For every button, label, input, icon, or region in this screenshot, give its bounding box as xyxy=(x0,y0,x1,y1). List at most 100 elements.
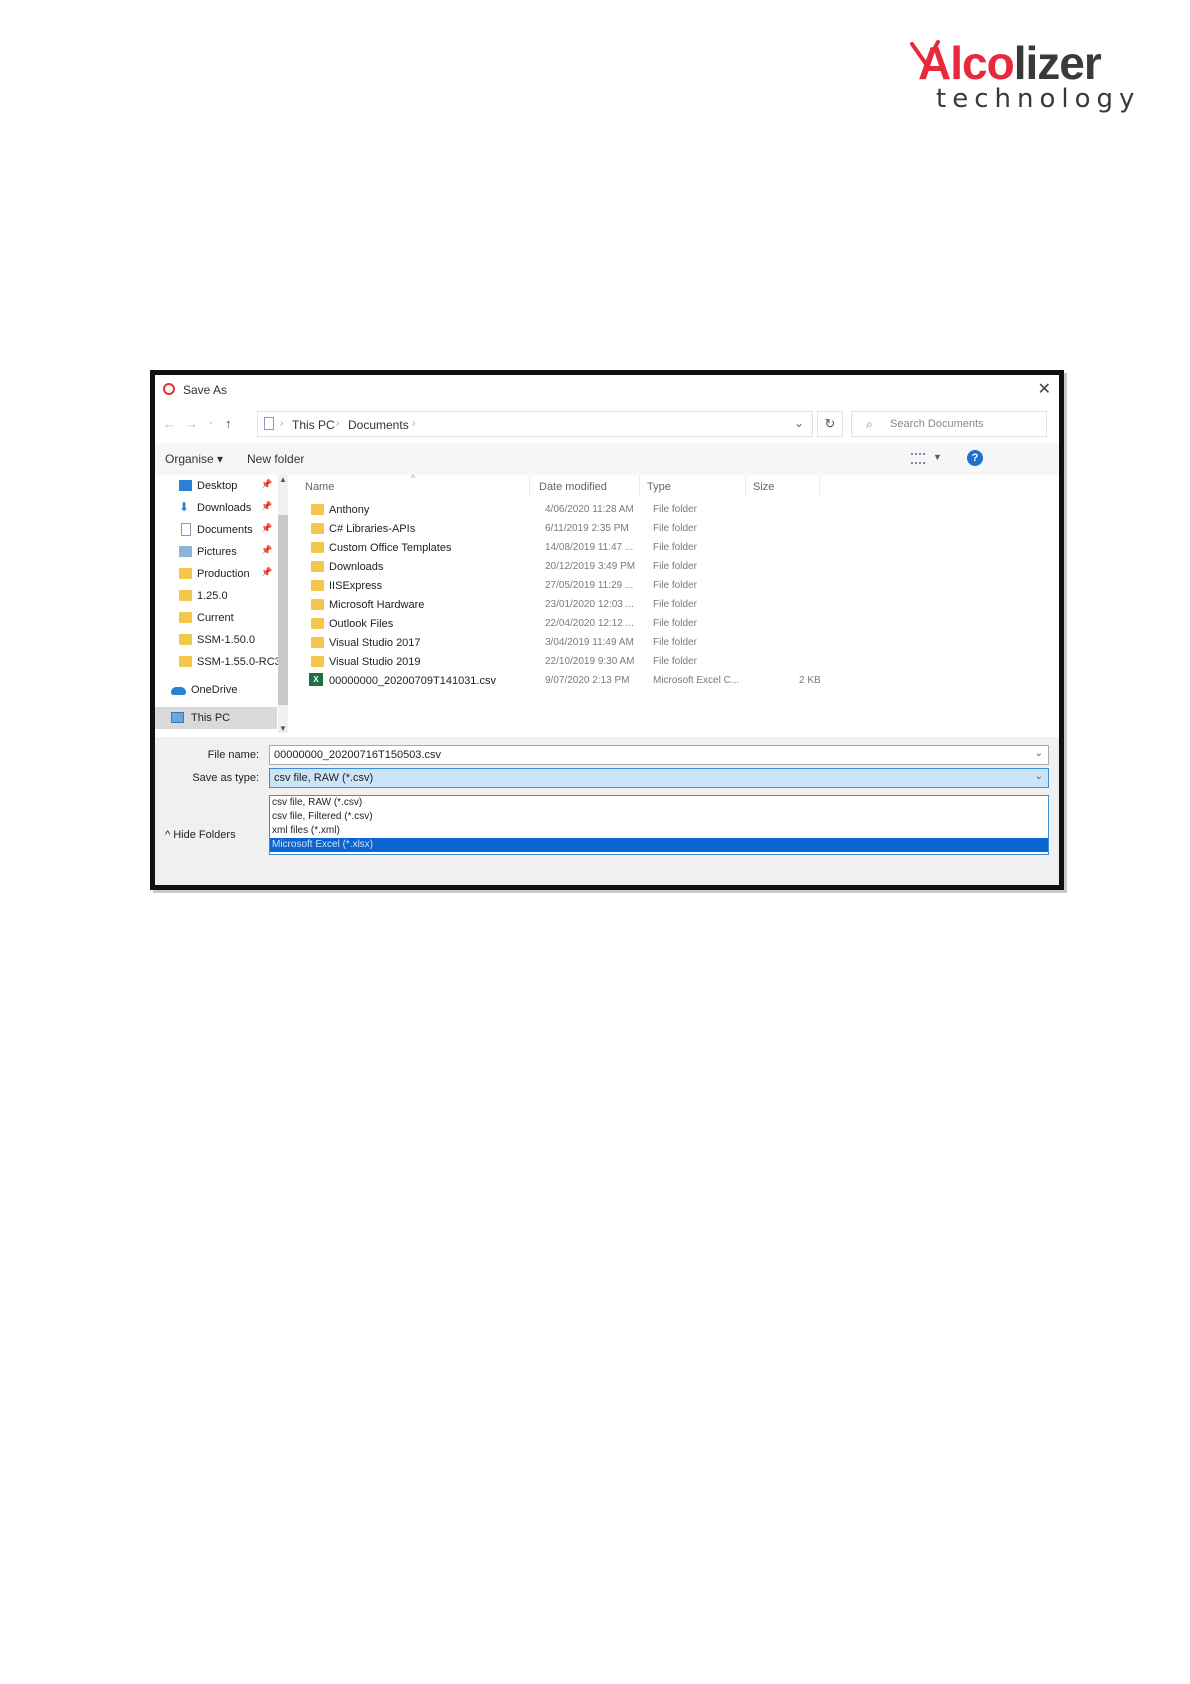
file-row[interactable]: Custom Office Templates 14/08/2019 11:47… xyxy=(305,539,825,558)
column-date-modified[interactable]: Date modified xyxy=(539,481,607,493)
file-name: Visual Studio 2017 xyxy=(329,637,421,649)
folder-icon xyxy=(179,590,192,601)
view-dropdown-icon[interactable]: ▼ xyxy=(933,452,942,462)
file-row[interactable]: C# Libraries-APIs 6/11/2019 2:35 PM File… xyxy=(305,520,825,539)
file-row[interactable]: Visual Studio 2017 3/04/2019 11:49 AM Fi… xyxy=(305,634,825,653)
file-row[interactable]: Visual Studio 2019 22/10/2019 9:30 AM Fi… xyxy=(305,653,825,672)
column-divider[interactable] xyxy=(529,475,530,497)
file-type: File folder xyxy=(653,561,697,572)
file-row[interactable]: X 00000000_20200709T141031.csv 9/07/2020… xyxy=(305,672,825,691)
scroll-up-icon[interactable]: ▲ xyxy=(278,475,288,484)
recent-locations-icon[interactable]: ⌄ xyxy=(207,416,215,427)
close-icon[interactable]: ✕ xyxy=(1038,379,1051,399)
breadcrumb-separator: › xyxy=(280,418,284,429)
folder-icon xyxy=(179,634,192,645)
search-placeholder: Search Documents xyxy=(890,418,984,430)
nav-item-ssm-1-55-0-rc3[interactable]: SSM-1.55.0-RC3 xyxy=(155,651,281,673)
alcolizer-logo: Alcolizer technology xyxy=(910,36,1134,116)
folder-icon xyxy=(179,568,192,579)
folder-icon xyxy=(311,599,324,610)
save-as-type-value: csv file, RAW (*.csv) xyxy=(274,772,374,784)
save-type-option[interactable]: csv file, RAW (*.csv) xyxy=(270,796,1048,810)
scrollbar-thumb[interactable] xyxy=(278,515,288,705)
nav-item-ssm-1-50-0[interactable]: SSM-1.50.0 xyxy=(155,629,277,651)
excel-icon: X xyxy=(309,673,323,686)
column-type[interactable]: Type xyxy=(647,481,671,493)
folder-icon xyxy=(311,637,324,648)
file-row[interactable]: IISExpress 27/05/2019 11:29 ... File fol… xyxy=(305,577,825,596)
file-date: 14/08/2019 11:47 ... xyxy=(545,542,634,553)
scroll-down-icon[interactable]: ▼ xyxy=(278,724,288,733)
nav-item-label: Pictures xyxy=(197,546,237,558)
file-date: 22/04/2020 12:12 ... xyxy=(545,618,634,629)
nav-item-label: Current xyxy=(197,612,234,624)
breadcrumb-documents[interactable]: Documents xyxy=(348,418,409,432)
save-type-option[interactable]: xml files (*.xml) xyxy=(270,824,1048,838)
pin-icon: 📌 xyxy=(261,567,273,577)
up-arrow-icon[interactable]: ↑ xyxy=(225,416,232,431)
save-type-option-selected[interactable]: Microsoft Excel (*.xlsx) xyxy=(270,838,1048,852)
file-type: Microsoft Excel C... xyxy=(653,675,740,686)
logo-tagline: technology xyxy=(936,84,1141,114)
file-row[interactable]: Microsoft Hardware 23/01/2020 12:03 ... … xyxy=(305,596,825,615)
save-type-option[interactable]: csv file, Filtered (*.csv) xyxy=(270,810,1048,824)
forward-arrow-icon[interactable]: → xyxy=(185,416,198,431)
file-row[interactable]: Outlook Files 22/04/2020 12:12 ... File … xyxy=(305,615,825,634)
nav-item-this-pc[interactable]: This PC xyxy=(155,707,277,729)
nav-item-production[interactable]: Production 📌 xyxy=(155,563,277,585)
file-name: IISExpress xyxy=(329,580,383,592)
breadcrumb-this-pc[interactable]: This PC xyxy=(292,418,335,432)
nav-item-label: SSM-1.55.0-RC3 xyxy=(197,656,281,668)
view-options-icon[interactable] xyxy=(911,453,925,464)
folder-icon xyxy=(311,561,324,572)
nav-item-label: OneDrive xyxy=(191,684,238,696)
chevron-down-icon[interactable]: ⌄ xyxy=(1035,771,1043,782)
file-row[interactable]: Downloads 20/12/2019 3:49 PM File folder xyxy=(305,558,825,577)
nav-pane-scrollbar[interactable]: ▲ ▼ xyxy=(278,475,288,733)
hide-folders-button[interactable]: ^ Hide Folders xyxy=(165,829,236,841)
refresh-icon[interactable]: ↻ xyxy=(817,411,843,437)
nav-item-label: Desktop xyxy=(197,480,238,492)
pin-icon: 📌 xyxy=(261,501,273,511)
column-divider[interactable] xyxy=(745,475,746,497)
file-name-field[interactable]: 00000000_20200716T150503.csv ⌄ xyxy=(269,745,1049,765)
desktop-icon xyxy=(179,480,192,491)
column-name[interactable]: Name xyxy=(305,481,334,493)
file-name: Microsoft Hardware xyxy=(329,599,425,611)
organise-button[interactable]: Organise ▾ xyxy=(165,452,223,466)
nav-item-label: Production xyxy=(197,568,250,580)
app-icon xyxy=(163,383,175,395)
nav-item-1-25-0[interactable]: 1.25.0 xyxy=(155,585,277,607)
nav-item-desktop[interactable]: Desktop 📌 xyxy=(155,475,277,497)
address-bar[interactable]: › This PC › Documents › ⌄ xyxy=(257,411,813,437)
back-arrow-icon[interactable]: ← xyxy=(163,416,176,431)
file-type: File folder xyxy=(653,580,697,591)
nav-item-onedrive[interactable]: OneDrive xyxy=(155,679,277,701)
help-icon[interactable]: ? xyxy=(967,450,983,466)
column-divider[interactable] xyxy=(819,475,820,497)
nav-item-documents[interactable]: Documents 📌 xyxy=(155,519,277,541)
new-folder-button[interactable]: New folder xyxy=(247,452,304,466)
save-as-dialog: Save As ✕ ← → ⌄ ↑ › This PC › Documents … xyxy=(150,370,1064,890)
toolbar: Organise ▾ New folder ▼ ? xyxy=(155,443,1059,475)
folder-icon xyxy=(311,656,324,667)
column-size[interactable]: Size xyxy=(753,481,774,493)
column-divider[interactable] xyxy=(639,475,640,497)
folder-icon xyxy=(311,618,324,629)
file-row[interactable]: Anthony 4/06/2020 11:28 AM File folder xyxy=(305,501,825,520)
save-as-type-select[interactable]: csv file, RAW (*.csv) ⌄ xyxy=(269,768,1049,788)
folder-icon xyxy=(179,656,192,667)
file-type: File folder xyxy=(653,637,697,648)
dialog-title: Save As xyxy=(183,383,228,397)
file-date: 20/12/2019 3:49 PM xyxy=(545,561,636,572)
file-date: 9/07/2020 2:13 PM xyxy=(545,675,630,686)
nav-item-pictures[interactable]: Pictures 📌 xyxy=(155,541,277,563)
search-input[interactable]: ⌕ Search Documents xyxy=(851,411,1047,437)
nav-item-current[interactable]: Current xyxy=(155,607,277,629)
file-name: Downloads xyxy=(329,561,384,573)
chevron-down-icon[interactable]: ⌄ xyxy=(794,416,804,430)
nav-item-downloads[interactable]: ⬇ Downloads 📌 xyxy=(155,497,277,519)
chevron-down-icon[interactable]: ⌄ xyxy=(1035,748,1043,759)
file-name: Anthony xyxy=(329,504,370,516)
save-options-panel: File name: 00000000_20200716T150503.csv … xyxy=(155,737,1059,885)
